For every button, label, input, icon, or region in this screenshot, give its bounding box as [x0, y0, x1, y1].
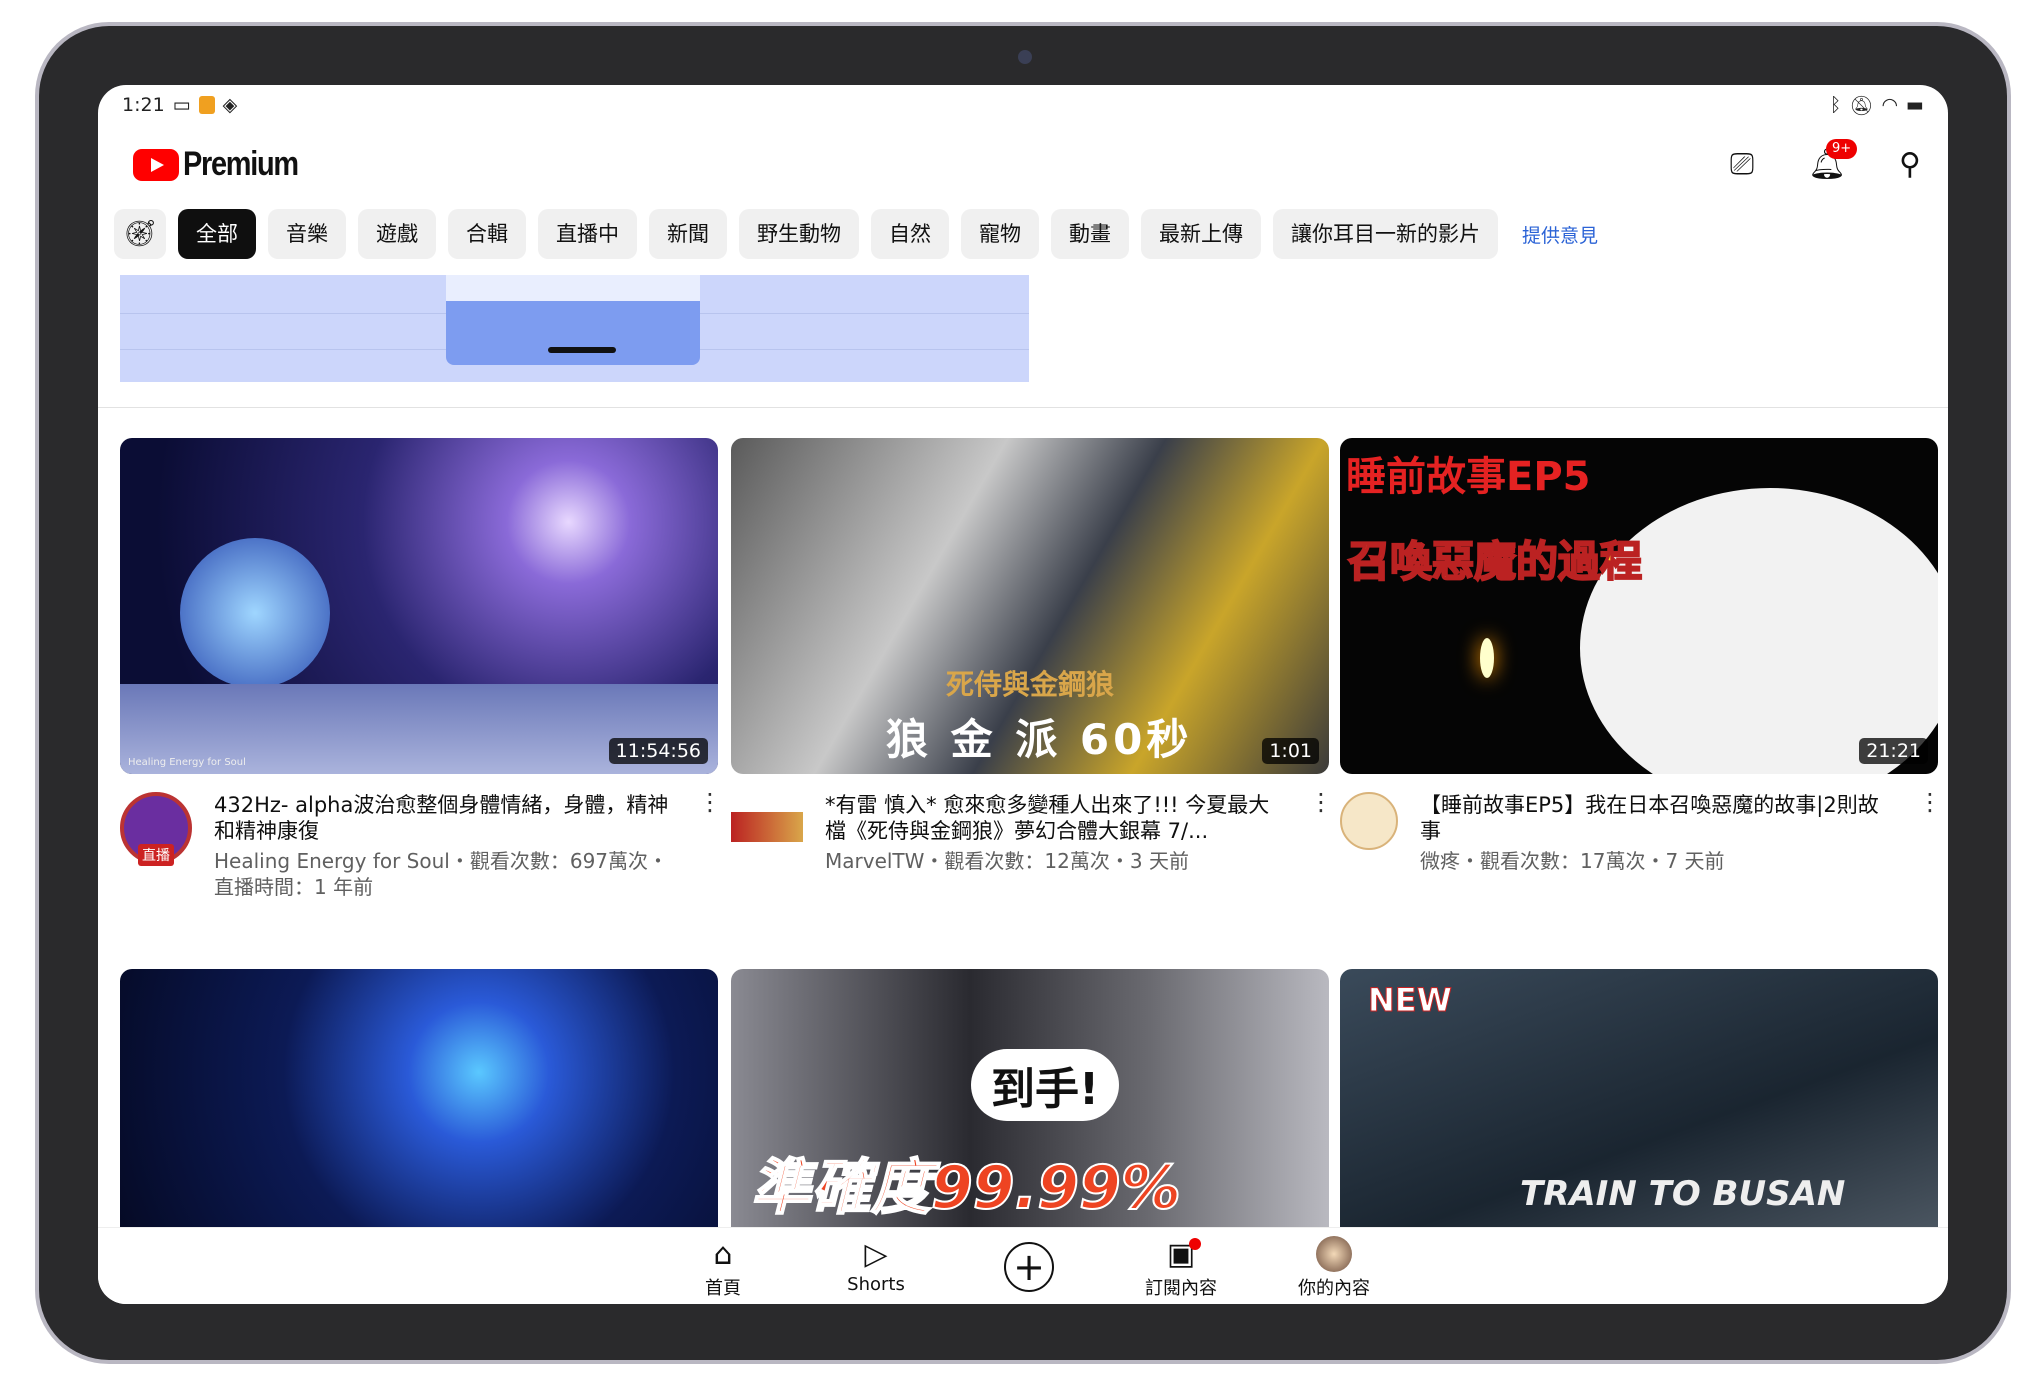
video-card[interactable]: 睡前故事EP5 召喚惡魔的過程 21:21 【睡前故事EP5】我在日本召喚惡魔的…	[1340, 438, 1942, 874]
video-thumbnail[interactable]	[120, 969, 718, 1227]
explore-compass-icon[interactable]: 🧭︎	[114, 209, 166, 259]
video-title[interactable]: 432Hz- alpha波治愈整個身體情緒，身體，精神和精神康復	[214, 792, 676, 844]
thumb-text: 狼 金 派 60秒	[886, 715, 1193, 764]
battery-icon: ▬	[1906, 94, 1924, 116]
video-thumbnail[interactable]: 死侍與金鋼狼 狼 金 派 60秒 1:01	[731, 438, 1329, 774]
bell-icon[interactable]: 🔔︎ 9+	[1808, 139, 1858, 183]
video-card[interactable]: Healing Energy for Soul 11:54:56 直播 432H…	[120, 438, 722, 900]
duration-badge: 21:21	[1859, 738, 1928, 764]
chip-live[interactable]: 直播中	[538, 209, 637, 259]
channel-avatar[interactable]	[1340, 792, 1398, 850]
video-subtitle: 微疼・觀看次數：17萬次・7 天前	[1420, 849, 1725, 873]
nav-subscriptions[interactable]: ▣ 訂閱內容	[1121, 1236, 1241, 1300]
sync-icon: ◈	[222, 94, 238, 116]
category-chips: 🧭︎ 全部 音樂 遊戲 合輯 直播中 新聞 野生動物 自然 寵物 動畫 最新上傳…	[114, 209, 1598, 259]
chip-wildlife[interactable]: 野生動物	[739, 209, 859, 259]
camera	[1018, 50, 1032, 64]
thumb-text: 準確度99.99%	[750, 1152, 1182, 1224]
more-options-icon[interactable]: ⋮	[1918, 790, 1942, 874]
status-bar: 1:21 ▭ ◈ ᛒ 🔕︎ ◠ ▬	[122, 91, 1924, 119]
feedback-link[interactable]: 提供意見	[1522, 221, 1598, 248]
bluetooth-icon: ᛒ	[1829, 94, 1842, 116]
chip-recent[interactable]: 最新上傳	[1141, 209, 1261, 259]
chip-all[interactable]: 全部	[178, 209, 256, 259]
search-icon[interactable]: ⚲	[1892, 147, 1928, 183]
notification-app-icon	[198, 96, 215, 114]
more-options-icon[interactable]: ⋮	[1309, 790, 1333, 874]
nav-create[interactable]: +	[969, 1242, 1089, 1292]
chip-music[interactable]: 音樂	[268, 209, 346, 259]
notification-badge: 9+	[1826, 139, 1858, 159]
video-thumbnail[interactable]: 睡前故事EP5 召喚惡魔的過程 21:21	[1340, 438, 1938, 774]
bottom-navigation: ⌂ 首頁 ▷ Shorts + ▣ 訂閱內容 你的內容	[98, 1227, 1948, 1304]
thumb-text: TRAIN TO BUSAN	[1520, 1174, 1846, 1214]
live-badge: 直播	[138, 844, 174, 866]
youtube-premium-logo[interactable]: Premium	[133, 145, 318, 184]
promo-banner[interactable]	[120, 275, 1029, 382]
nav-home[interactable]: ⌂ 首頁	[663, 1236, 783, 1300]
thumb-text: 召喚惡魔的過程	[1347, 536, 1643, 587]
video-subtitle: MarvelTW・觀看次數：12萬次・3 天前	[825, 849, 1189, 873]
shorts-icon: ▷	[864, 1237, 888, 1272]
thumb-text: 死侍與金鋼狼	[946, 668, 1115, 701]
thumb-figure	[180, 538, 330, 688]
wifi-icon: ◠	[1881, 94, 1899, 116]
candle-flame	[1480, 638, 1494, 678]
nav-shorts[interactable]: ▷ Shorts	[816, 1236, 936, 1295]
thumb-text: Healing Energy for Soul	[128, 757, 246, 768]
chip-new-to-you[interactable]: 讓你耳目一新的影片	[1273, 209, 1498, 259]
nav-you[interactable]: 你的內容	[1274, 1236, 1394, 1300]
video-thumbnail[interactable]: NEW TRAIN TO BUSAN	[1340, 969, 1938, 1227]
video-title[interactable]: 【睡前故事EP5】我在日本召喚惡魔的故事|2則故事	[1420, 792, 1896, 844]
video-title[interactable]: *有雷 慎入* 愈來愈多變種人出來了!!! 今夏最大檔《死侍與金鋼狼》夢幻合體大…	[825, 792, 1287, 844]
video-thumbnail[interactable]: 到手! 準確度99.99%	[731, 969, 1329, 1227]
duration-badge: 1:01	[1262, 738, 1319, 764]
channel-avatar[interactable]	[731, 812, 803, 842]
mute-icon: 🔕︎	[1849, 94, 1874, 117]
chip-pets[interactable]: 寵物	[961, 209, 1039, 259]
chip-animation[interactable]: 動畫	[1051, 209, 1129, 259]
screen: 1:21 ▭ ◈ ᛒ 🔕︎ ◠ ▬ Premium ⎚ 🔔︎ 9+ ⚲ 🧭︎ 全部 音樂 遊…	[98, 85, 1948, 1304]
phone-illustration	[446, 275, 700, 365]
chip-news[interactable]: 新聞	[649, 209, 727, 259]
chip-mixes[interactable]: 合輯	[448, 209, 526, 259]
chip-nature[interactable]: 自然	[871, 209, 949, 259]
subscriptions-icon: ▣	[1121, 1236, 1241, 1274]
thumb-text: 到手!	[971, 1049, 1120, 1121]
chip-gaming[interactable]: 遊戲	[358, 209, 436, 259]
more-options-icon[interactable]: ⋮	[698, 790, 722, 900]
video-thumbnail[interactable]: Healing Energy for Soul 11:54:56	[120, 438, 718, 774]
cast-icon[interactable]: ⎚	[1724, 147, 1760, 183]
video-card[interactable]: 死侍與金鋼狼 狼 金 派 60秒 1:01 *有雷 慎入* 愈來愈多變種人出來了…	[731, 438, 1333, 874]
duration-badge: 11:54:56	[608, 738, 708, 764]
screen-record-icon: ▭	[172, 94, 191, 116]
create-icon: +	[1004, 1242, 1054, 1292]
status-time: 1:21	[122, 94, 165, 116]
avatar	[1316, 1236, 1352, 1272]
app-header: Premium ⎚ 🔔︎ 9+ ⚲	[98, 135, 1948, 195]
thumb-text: NEW	[1368, 981, 1453, 1020]
divider	[98, 407, 1948, 408]
channel-avatar[interactable]: 直播	[120, 792, 192, 866]
youtube-play-icon	[133, 148, 179, 181]
new-dot	[1189, 1238, 1202, 1250]
video-subtitle: Healing Energy for Soul・觀看次數：697萬次・直播時間：…	[214, 849, 669, 899]
home-icon: ⌂	[713, 1237, 733, 1272]
thumb-text: 睡前故事EP5	[1346, 454, 1591, 500]
